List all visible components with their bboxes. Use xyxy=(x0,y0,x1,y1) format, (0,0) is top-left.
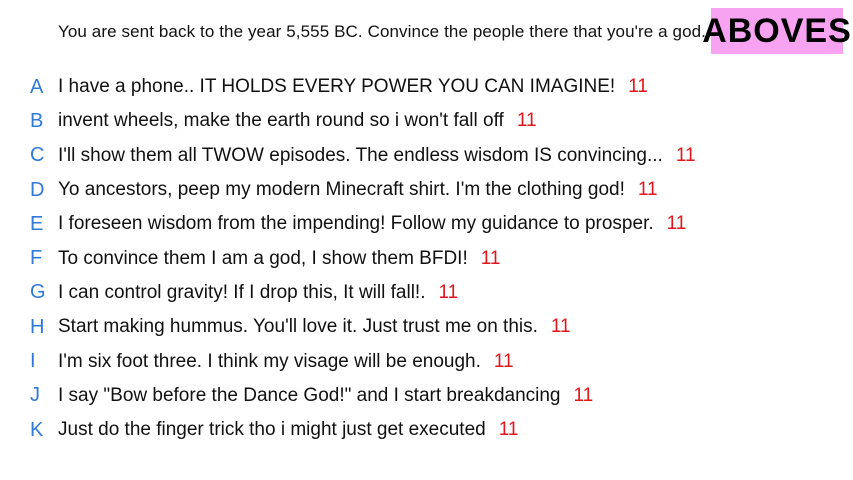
response-votes: 11 xyxy=(498,419,519,441)
response-votes: 11 xyxy=(516,110,537,132)
response-votes: 11 xyxy=(675,144,696,166)
response-letter: K xyxy=(30,418,44,441)
response-text: Yo ancestors, peep my modern Minecraft s… xyxy=(58,179,625,201)
response-letter: J xyxy=(30,384,40,407)
response-row: F To convince them I am a god, I show th… xyxy=(0,241,853,275)
response-letter: C xyxy=(30,144,45,167)
response-list: A I have a phone.. IT HOLDS EVERY POWER … xyxy=(0,70,853,447)
response-text: I have a phone.. IT HOLDS EVERY POWER YO… xyxy=(58,76,616,98)
response-text: I'm six foot three. I think my visage wi… xyxy=(58,350,481,372)
response-votes: 11 xyxy=(493,350,514,372)
response-text: I foreseen wisdom from the impending! Fo… xyxy=(58,213,654,235)
response-row: I I'm six foot three. I think my visage … xyxy=(0,344,853,378)
response-letter: B xyxy=(30,109,44,132)
response-votes: 11 xyxy=(666,213,687,235)
response-text: To convince them I am a god, I show them… xyxy=(58,247,468,269)
prompt-text: You are sent back to the year 5,555 BC. … xyxy=(58,22,706,41)
response-text: I'll show them all TWOW episodes. The en… xyxy=(58,144,663,166)
response-text: I say "Bow before the Dance God!" and I … xyxy=(58,384,561,406)
response-letter: F xyxy=(30,247,43,270)
response-letter: E xyxy=(30,212,44,235)
response-letter: D xyxy=(30,178,45,201)
response-row: H Start making hummus. You'll love it. J… xyxy=(0,310,853,344)
response-row: D Yo ancestors, peep my modern Minecraft… xyxy=(0,173,853,207)
response-letter: H xyxy=(30,315,45,338)
response-row: A I have a phone.. IT HOLDS EVERY POWER … xyxy=(0,70,853,104)
response-letter: G xyxy=(30,281,46,304)
response-text: Start making hummus. You'll love it. Jus… xyxy=(58,316,538,338)
response-text: I can control gravity! If I drop this, I… xyxy=(58,281,426,303)
aboves-badge: ABOVES xyxy=(702,8,851,54)
response-letter: I xyxy=(30,350,36,373)
response-votes: 11 xyxy=(637,179,658,201)
response-row: B invent wheels, make the earth round so… xyxy=(0,104,853,138)
response-row: C I'll show them all TWOW episodes. The … xyxy=(0,139,853,173)
response-votes: 11 xyxy=(628,76,648,98)
response-row: E I foreseen wisdom from the impending! … xyxy=(0,207,853,241)
response-row: G I can control gravity! If I drop this,… xyxy=(0,276,853,310)
response-row: K Just do the finger trick tho i might j… xyxy=(0,413,853,447)
response-votes: 11 xyxy=(550,316,571,338)
response-text: invent wheels, make the earth round so i… xyxy=(58,110,504,132)
response-votes: 11 xyxy=(438,281,459,303)
response-text: Just do the finger trick tho i might jus… xyxy=(58,419,486,441)
response-letter: A xyxy=(30,75,44,98)
response-row: J I say "Bow before the Dance God!" and … xyxy=(0,379,853,413)
response-votes: 11 xyxy=(480,247,501,269)
response-votes: 11 xyxy=(573,384,594,406)
